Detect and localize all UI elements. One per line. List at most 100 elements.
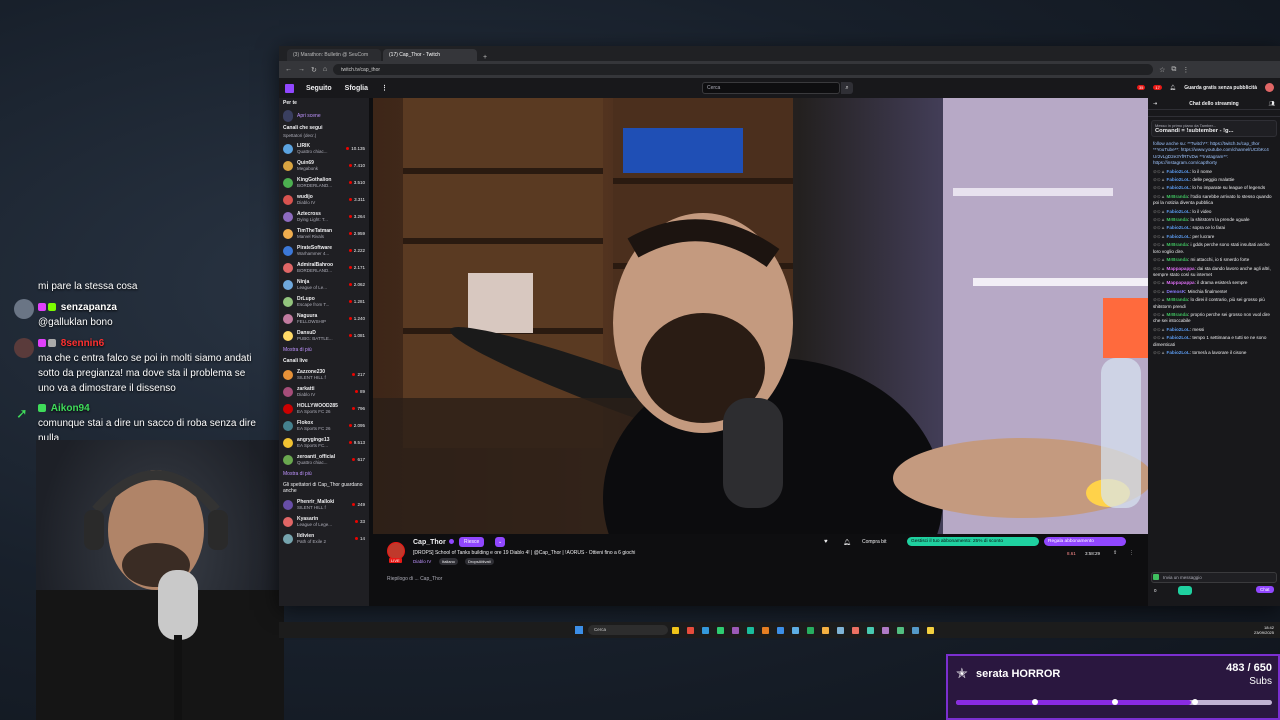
taskbar-app-icon[interactable]	[837, 626, 844, 634]
moderation-icons[interactable]: ⊘⊙▲	[1153, 185, 1167, 190]
chat-user[interactable]: MrBranda	[1167, 257, 1188, 262]
taskbar-app-icon[interactable]	[927, 626, 934, 634]
sidebar-channel[interactable]: Naguura FELLOWSHIP 1.240	[279, 310, 369, 327]
chat-message[interactable]: ⊘⊙▲ MrBranda: mi attacchi, io ti smerdo …	[1148, 256, 1280, 264]
followed-sort[interactable]: Spettatori (decr.)	[279, 133, 369, 140]
chat-user[interactable]: Fabio2LoL	[1167, 209, 1190, 214]
chat-user[interactable]: MrBranda	[1167, 297, 1188, 302]
show-more-link[interactable]: Mostra di più	[279, 344, 369, 356]
moderation-icons[interactable]: ⊘⊙▲	[1153, 177, 1167, 182]
channel-points[interactable]: 0	[1154, 588, 1157, 593]
buy-bits-button[interactable]: Compra bit	[859, 538, 889, 546]
moderation-icons[interactable]: ⊘⊙▲	[1153, 327, 1167, 332]
twitch-logo-icon[interactable]	[285, 83, 294, 93]
chat-user[interactable]: Mappapappa	[1167, 266, 1195, 271]
moderation-icons[interactable]: ⊘⊙▲	[1153, 194, 1167, 199]
sidebar-channel[interactable]: DrLupo Escape from T... 1.281	[279, 293, 369, 310]
nav-following[interactable]: Seguito	[306, 85, 332, 92]
chat-user[interactable]: Fabio2LoL	[1167, 169, 1190, 174]
taskbar-app-icon[interactable]	[912, 626, 919, 634]
more-icon[interactable]: ⋮	[1129, 550, 1134, 556]
taskbar-app-icon[interactable]	[852, 626, 859, 634]
search-icon[interactable]: ⌕	[841, 82, 853, 94]
chat-user[interactable]: Fabio2LoL	[1167, 335, 1190, 340]
taskbar-app-icon[interactable]	[792, 626, 799, 634]
sidebar-channel[interactable]: HOLLYWOOD285 EA Sports FC 26 796	[279, 400, 369, 417]
points-icon[interactable]	[1178, 586, 1192, 595]
tag[interactable]: DropsAttivati	[465, 558, 494, 565]
chat-message[interactable]: ⊘⊙▲ MrBranda: lo direi il contrario, più…	[1148, 296, 1280, 311]
forward-icon[interactable]: →	[298, 66, 305, 73]
show-more-link[interactable]: Mostra di più	[279, 468, 369, 480]
chat-message[interactable]: ⊘⊙▲ Fabio2LoL: tempo 1 settimana e tutti…	[1148, 334, 1280, 349]
chat-user[interactable]: MrBranda	[1167, 217, 1188, 222]
search-input[interactable]: Cerca	[702, 82, 840, 94]
taskbar-search[interactable]: Cerca	[588, 625, 668, 635]
chat-user[interactable]: Fabio2LoL	[1167, 225, 1190, 230]
chat-message[interactable]: ⊘⊙▲ Fabio2LoL: delle peggio malattie	[1148, 176, 1280, 184]
chat-user[interactable]: Fabio2LoL	[1167, 185, 1190, 190]
back-icon[interactable]: ←	[285, 66, 292, 73]
chat-user[interactable]: Fabio2LoL	[1167, 234, 1190, 239]
chat-message[interactable]: ⊘⊙▲ Fabio2LoL: lo il nome	[1148, 168, 1280, 176]
taskbar-app-icon[interactable]	[762, 626, 769, 634]
taskbar-clock[interactable]: 18:42 23/09/2025	[1254, 625, 1274, 635]
taskbar-app-icon[interactable]	[702, 626, 709, 634]
follow-button[interactable]: Riesce	[459, 537, 485, 547]
sidebar-channel[interactable]: Aztecross Dying Light: T... 3.264	[279, 208, 369, 225]
chat-user[interactable]: MrBranda	[1167, 242, 1188, 247]
chat-message[interactable]: ⊘⊙▲ DemosK: Minchia finalmente!	[1148, 288, 1280, 296]
moderation-icons[interactable]: ⊘⊙▲	[1153, 280, 1167, 285]
bell-icon[interactable]: 🔔︎	[1170, 85, 1176, 91]
taskbar-app-icon[interactable]	[807, 626, 814, 634]
collapse-icon[interactable]: ⇥	[1153, 101, 1157, 107]
chat-user[interactable]: DemosK	[1167, 289, 1186, 294]
moderation-icons[interactable]: ⊘⊙▲	[1153, 266, 1167, 271]
chat-message[interactable]: ⊘⊙▲ MrBranda: i gdds perche sono stati i…	[1148, 241, 1280, 256]
notification-badge[interactable]: 35	[1136, 85, 1146, 90]
gift-subscription-button[interactable]: Regala abbonamento	[1044, 537, 1126, 546]
avatar[interactable]	[1265, 83, 1274, 92]
nav-browse[interactable]: Sfoglia	[345, 85, 368, 92]
chat-input[interactable]: Invia un messaggio	[1151, 572, 1277, 583]
moderation-icons[interactable]: ⊘⊙▲	[1153, 350, 1167, 355]
browser-tab-active[interactable]: (17) Cap_Thor - Twitch	[383, 49, 477, 61]
channel-name[interactable]: Cap_Thor	[413, 539, 446, 546]
more-icon[interactable]: ⋮	[381, 84, 388, 92]
share-icon[interactable]: ⇪	[1113, 550, 1117, 556]
sidebar-channel[interactable]: Ildivien Path of Exile 2 14	[279, 530, 369, 547]
moderation-icons[interactable]: ⊘⊙▲	[1153, 297, 1167, 302]
sidebar-channel[interactable]: zeroanti_official Quattro chiac... 617	[279, 451, 369, 468]
taskbar-app-icon[interactable]	[747, 626, 754, 634]
chat-message[interactable]: ⊘⊙▲ MrBranda: l'odio sarebbe arrivato lo…	[1148, 193, 1280, 208]
prime-link[interactable]: Guarda gratis senza pubblicità	[1184, 85, 1257, 91]
taskbar-app-icon[interactable]	[882, 626, 889, 634]
chat-message[interactable]: ⊘⊙▲ Mappapappa: il drama esisterà sempre	[1148, 279, 1280, 287]
sidebar-channel[interactable]: angryginge13 EA Sports FC... 9.513	[279, 434, 369, 451]
chat-message[interactable]: ⊘⊙▲ Fabio2LoL: messi	[1148, 326, 1280, 334]
chat-message[interactable]: ⊘⊙▲ MrBranda: la shitstorm la prende ugu…	[1148, 216, 1280, 224]
chevron-down-icon[interactable]: ⌄	[495, 537, 506, 547]
sidebar-channel[interactable]: Zazzone230 SILENT HILL f 217	[279, 366, 369, 383]
manage-subscription-button[interactable]: Gestisci il tuo abbonamento: 25% di scon…	[907, 537, 1039, 546]
moderation-icons[interactable]: ⊘⊙▲	[1153, 289, 1167, 294]
reload-icon[interactable]: ↻	[311, 66, 317, 74]
sidebar-channel[interactable]: Ninja League of Le... 2.062	[279, 276, 369, 293]
menu-icon[interactable]: ⋮	[1182, 66, 1189, 74]
chat-message[interactable]: ⊘⊙▲ MrBranda: proprio perche sei grosso …	[1148, 311, 1280, 326]
sidebar-channel[interactable]: KingGothalion BORDERLAND... 3.510	[279, 174, 369, 191]
moderation-icons[interactable]: ⊘⊙▲	[1153, 209, 1167, 214]
chat-message[interactable]: ⊘⊙▲ Fabio2LoL: lo il video	[1148, 208, 1280, 216]
pinned-message[interactable]: Messo in primo piano da Tamber... Comand…	[1151, 120, 1277, 137]
tag[interactable]: Italiano	[439, 558, 458, 565]
stream-game[interactable]: Diablo IV	[413, 559, 431, 564]
sidebar-channel[interactable]: Quin69 Megabonk 7.410	[279, 157, 369, 174]
sidebar-channel[interactable]: DansuD PUBG: BATTLE... 1.081	[279, 327, 369, 344]
moderation-icons[interactable]: ⊘⊙▲	[1153, 312, 1167, 317]
chat-message[interactable]: ⊘⊙▲ Fabio2LoL: sopra ce lo farai	[1148, 224, 1280, 232]
sidebar-channel[interactable]: TimTheTatman Marvel Rivals 2.959	[279, 225, 369, 242]
moderation-icons[interactable]: ⊘⊙▲	[1153, 257, 1167, 262]
chat-user[interactable]: Fabio2LoL	[1167, 327, 1190, 332]
video-player[interactable]	[373, 98, 1148, 534]
home-icon[interactable]: ⌂	[323, 66, 327, 73]
